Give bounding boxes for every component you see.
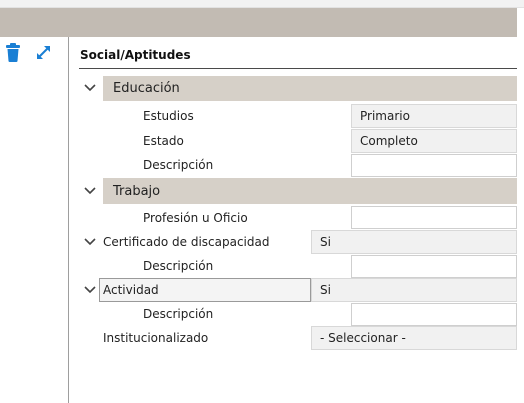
group-title-trabajo: Trabajo [113, 184, 161, 199]
chevron-down-icon[interactable] [83, 235, 97, 249]
field-label-institucionalizado: Institucionalizado [103, 331, 209, 345]
field-label-estado: Estado [143, 134, 184, 148]
field-label-profesion: Profesión u Oficio [143, 211, 248, 225]
field-label-estudios: Estudios [143, 109, 194, 123]
window-title-bar [0, 8, 517, 37]
field-label-descripcion-discapacidad: Descripción [143, 259, 214, 273]
descripcion-discapacidad-input[interactable] [351, 255, 517, 278]
left-panel [0, 37, 69, 403]
field-label-discapacidad: Certificado de discapacidad [103, 235, 270, 249]
institucionalizado-select[interactable]: - Seleccionar - [311, 326, 517, 350]
profesion-input[interactable] [351, 206, 517, 229]
top-strip [0, 0, 524, 8]
descripcion-educacion-input[interactable] [351, 154, 517, 177]
chevron-down-icon[interactable] [83, 81, 97, 95]
expand-icon[interactable] [35, 44, 52, 61]
group-header-trabajo[interactable] [103, 178, 517, 204]
chevron-down-icon[interactable] [83, 283, 97, 297]
actividad-select[interactable]: Si [311, 278, 517, 302]
descripcion-actividad-input[interactable] [351, 303, 517, 326]
section-title: Social/Aptitudes [80, 48, 191, 62]
field-label-descripcion-actividad: Descripción [143, 307, 214, 321]
section-divider [79, 68, 517, 69]
field-label-descripcion-educacion: Descripción [143, 158, 214, 172]
group-title-educacion: Educación [113, 81, 180, 96]
discapacidad-select[interactable]: Si [311, 230, 517, 254]
trash-icon[interactable] [6, 43, 20, 62]
chevron-down-icon[interactable] [83, 184, 97, 198]
field-label-actividad: Actividad [103, 283, 159, 297]
estado-select[interactable]: Completo [351, 129, 517, 153]
estudios-select[interactable]: Primario [351, 104, 517, 128]
